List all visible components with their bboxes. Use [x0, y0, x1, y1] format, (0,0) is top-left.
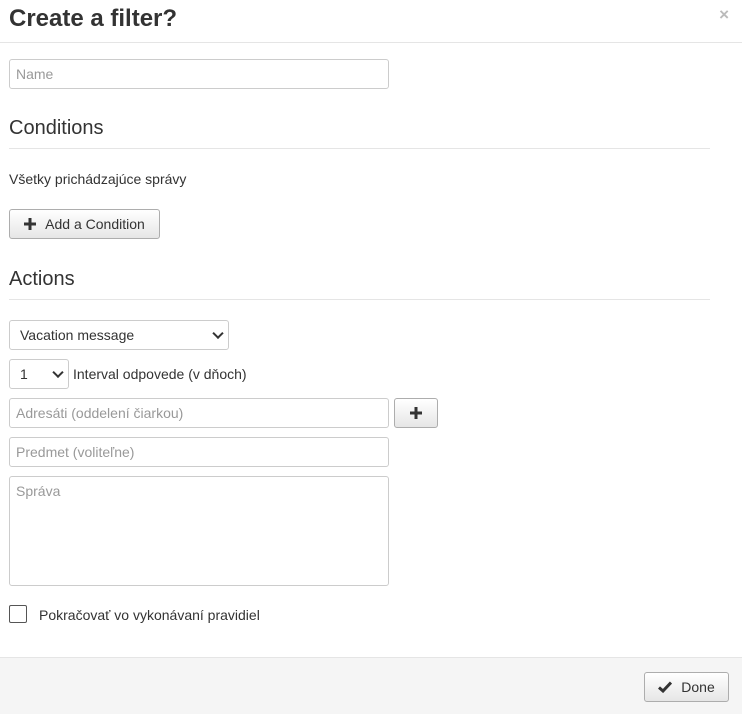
- message-textarea[interactable]: [9, 476, 389, 586]
- conditions-divider: [9, 148, 710, 149]
- conditions-summary: Všetky prichádzajúce správy: [9, 171, 187, 187]
- filter-name-input[interactable]: [9, 59, 389, 89]
- create-filter-dialog: Create a filter? × Conditions Všetky pri…: [0, 0, 742, 714]
- recipients-input[interactable]: [9, 398, 389, 428]
- done-label: Done: [681, 679, 715, 695]
- chevron-down-icon: [52, 366, 64, 379]
- dialog-title: Create a filter?: [9, 5, 178, 32]
- chevron-down-icon: [212, 327, 224, 340]
- plus-icon: [24, 218, 37, 230]
- action-type-value: Vacation message: [20, 327, 135, 343]
- continue-rules-checkbox[interactable]: [9, 605, 27, 623]
- plus-icon: [410, 407, 422, 419]
- check-icon: [658, 681, 673, 693]
- interval-label: Interval odpovede (v dňoch): [73, 366, 247, 382]
- dialog-footer: Done: [0, 657, 742, 714]
- action-type-select[interactable]: Vacation message: [9, 320, 229, 350]
- interval-select[interactable]: 1: [9, 359, 69, 389]
- subject-input[interactable]: [9, 437, 389, 467]
- dialog-header: Create a filter? ×: [0, 0, 742, 43]
- actions-divider: [9, 299, 710, 300]
- actions-heading: Actions: [9, 268, 75, 290]
- interval-value: 1: [20, 366, 28, 382]
- conditions-heading: Conditions: [9, 117, 104, 139]
- close-icon[interactable]: ×: [719, 5, 729, 25]
- continue-rules-label: Pokračovať vo vykonávaní pravidiel: [39, 607, 260, 623]
- add-recipient-button[interactable]: [394, 398, 438, 428]
- done-button[interactable]: Done: [644, 672, 729, 702]
- add-condition-button[interactable]: Add a Condition: [9, 209, 160, 239]
- add-condition-label: Add a Condition: [45, 216, 145, 232]
